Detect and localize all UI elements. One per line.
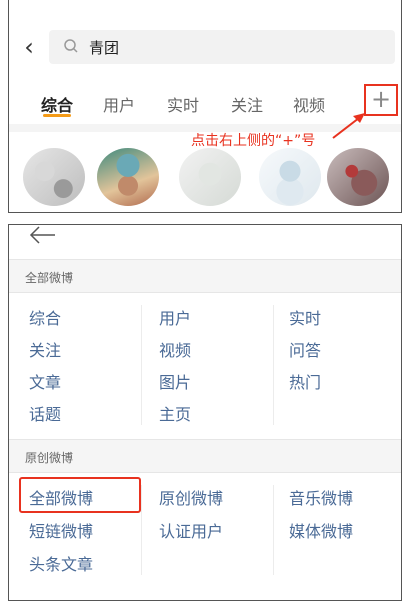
filter-option[interactable]: 话题 (29, 401, 61, 425)
section-header-all-weibo: 全部微博 (9, 259, 401, 293)
tab-following[interactable]: 关注 (231, 92, 263, 116)
avatar[interactable] (179, 148, 241, 206)
column-divider (273, 485, 274, 575)
filter-option[interactable]: 实时 (289, 305, 321, 329)
section-header-original-weibo: 原创微博 (9, 439, 401, 473)
filter-option[interactable]: 用户 (159, 305, 191, 329)
section-title: 原创微博 (25, 451, 74, 465)
search-query: 青团 (89, 39, 120, 57)
tab-video[interactable]: 视频 (293, 92, 325, 116)
search-input[interactable]: 青团 (49, 30, 395, 64)
filter-option[interactable]: 文章 (29, 369, 61, 393)
filter-option[interactable]: 热门 (289, 369, 321, 393)
search-icon (64, 39, 78, 53)
search-results-screen: ‹ 青团 综合 用户 实时 关注 视频 + 点击右上侧的“+”号 (8, 0, 402, 213)
column-divider (273, 305, 274, 425)
filter-option[interactable]: 主页 (159, 401, 191, 425)
filter-option[interactable]: 原创微博 (159, 485, 223, 509)
annotation-arrow-icon (332, 113, 365, 139)
avatar[interactable] (23, 148, 85, 206)
filter-option[interactable]: 图片 (159, 369, 191, 393)
filter-option[interactable]: 音乐微博 (289, 485, 353, 509)
annotation-hint: 点击右上侧的“+”号 (191, 133, 316, 149)
user-avatar-row (9, 148, 401, 208)
filter-option[interactable]: 媒体微博 (289, 518, 353, 542)
status-bar (9, 0, 401, 8)
tab-comprehensive[interactable]: 综合 (41, 92, 73, 116)
avatar[interactable] (97, 148, 159, 206)
tab-users[interactable]: 用户 (103, 92, 135, 116)
plus-icon[interactable]: + (364, 84, 398, 116)
tab-realtime[interactable]: 实时 (167, 92, 199, 116)
column-divider (141, 305, 142, 425)
column-divider (141, 485, 142, 575)
filter-option-all-weibo[interactable]: 全部微博 (29, 485, 93, 509)
back-icon[interactable]: ‹ (19, 35, 39, 60)
avatar[interactable] (259, 148, 321, 206)
arrow-left-icon[interactable] (27, 225, 57, 247)
filter-option[interactable]: 头条文章 (29, 551, 93, 575)
active-tab-indicator (43, 114, 71, 117)
filter-option[interactable]: 问答 (289, 337, 321, 361)
section-title: 全部微博 (25, 271, 74, 285)
filter-option[interactable]: 短链微博 (29, 518, 93, 542)
filter-option[interactable]: 关注 (29, 337, 61, 361)
filter-option[interactable]: 认证用户 (159, 518, 223, 542)
filter-option[interactable]: 综合 (29, 305, 61, 329)
avatar[interactable] (327, 148, 389, 206)
filter-option[interactable]: 视频 (159, 337, 191, 361)
filter-screen: 全部微博 综合 关注 文章 话题 用户 视频 图片 主页 实时 问答 热门 原创… (8, 224, 402, 601)
